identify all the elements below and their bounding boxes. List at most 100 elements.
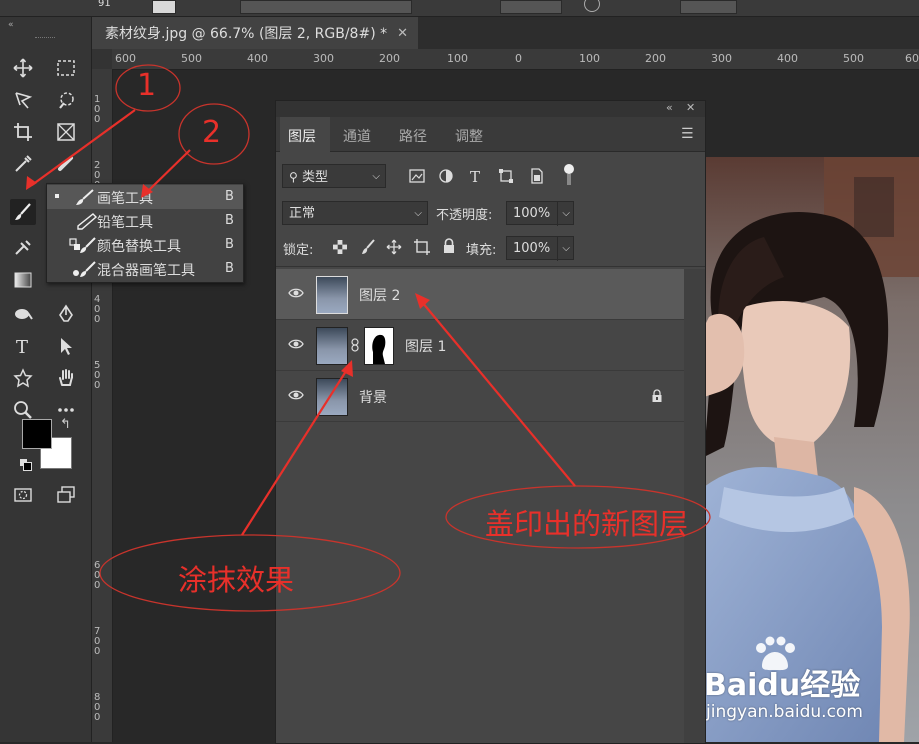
toolbar: « T ↰ [0, 17, 92, 742]
lock-transparent-pixels-icon[interactable] [332, 239, 348, 255]
pressure-icon[interactable] [584, 0, 600, 12]
swap-colors-icon[interactable]: ↰ [60, 417, 71, 432]
panel-menu-icon[interactable]: ☰ [681, 126, 694, 142]
layer-thumbnail[interactable] [316, 378, 348, 416]
ruler-label: 500 [843, 52, 864, 65]
filter-kind-label: 类型 [301, 170, 328, 185]
ruler-label: 100 [447, 52, 468, 65]
filter-shape-icon[interactable] [498, 168, 514, 184]
mask-link-icon[interactable] [350, 338, 360, 352]
flyout-item-pencil[interactable]: 铅笔工具 B [47, 209, 243, 233]
move-tool-icon[interactable] [10, 55, 36, 81]
layer-name[interactable]: 图层 1 [405, 336, 446, 356]
layer-row-layer1[interactable]: 图层 1 [276, 320, 684, 371]
frame-tool-icon[interactable] [53, 119, 79, 145]
tool-preset-swatch[interactable] [152, 0, 176, 14]
layer-name[interactable]: 图层 2 [359, 285, 400, 305]
tab-paths[interactable]: 路径 [399, 126, 427, 146]
lock-artboard-icon[interactable] [414, 239, 430, 255]
chevron-down-icon: ⌵ [372, 171, 380, 182]
screen-mode-icon[interactable] [53, 482, 79, 508]
clone-stamp-icon[interactable] [10, 235, 36, 261]
tab-adjustments[interactable]: 调整 [455, 126, 483, 146]
pen-tool-icon[interactable] [53, 301, 79, 327]
lock-position-icon[interactable] [386, 239, 402, 255]
flyout-item-shortcut: B [225, 213, 234, 228]
healing-brush-icon[interactable] [53, 151, 79, 177]
lock-image-pixels-icon[interactable] [360, 239, 376, 255]
brush-tool-icon[interactable] [10, 199, 36, 225]
annotation-number-1: 1 [137, 68, 157, 103]
horizontal-ruler[interactable]: 600 500 400 300 200 100 0 100 200 300 40… [92, 49, 919, 70]
flyout-item-brush[interactable]: 画笔工具 B [47, 185, 243, 209]
opacity-input[interactable]: 100% ⌵ [506, 201, 574, 226]
tab-channels[interactable]: 通道 [343, 126, 371, 146]
annotation-number-2: 2 [202, 115, 222, 150]
eye-icon[interactable] [288, 286, 304, 300]
hand-tool-icon[interactable] [53, 365, 79, 391]
layer-name[interactable]: 背景 [359, 387, 387, 407]
lock-all-icon[interactable] [441, 238, 457, 254]
eye-icon[interactable] [288, 388, 304, 402]
quick-mask-icon[interactable] [10, 482, 36, 508]
lock-icon[interactable] [651, 389, 663, 403]
smudge-tool-icon[interactable] [10, 301, 36, 327]
ruler-label: 400 [94, 294, 101, 325]
filter-smart-object-icon[interactable] [528, 168, 544, 184]
layers-panel: « ✕ 图层 通道 路径 调整 ☰ ⚲ 类型 ⌵ T 正常 ⌵ 不透明度: 10… [275, 100, 706, 744]
flyout-item-shortcut: B [225, 261, 234, 276]
fill-input[interactable]: 100% ⌵ [506, 236, 574, 261]
panel-close-icon[interactable]: ✕ [686, 101, 695, 114]
panel-collapse-icon[interactable]: « [666, 101, 673, 114]
close-tab-icon[interactable]: ✕ [397, 26, 408, 41]
opacity-label: 不透明度: [436, 208, 493, 223]
type-tool-icon[interactable]: T [10, 333, 36, 359]
layer-mask-thumbnail[interactable] [364, 327, 394, 365]
vertical-ruler[interactable]: 100 200 300 400 500 600 700 800 [92, 69, 113, 742]
marquee-tool-icon[interactable] [53, 55, 79, 81]
layer-row-layer2[interactable]: 图层 2 [276, 269, 684, 320]
ruler-label: 300 [313, 52, 334, 65]
layer-thumbnail[interactable] [316, 276, 348, 314]
svg-text:T: T [16, 337, 28, 357]
ruler-label: 100 [579, 52, 600, 65]
quick-selection-icon[interactable] [53, 87, 79, 113]
eye-icon[interactable] [288, 337, 304, 351]
option-field-2[interactable] [680, 0, 737, 14]
option-field[interactable] [500, 0, 562, 14]
ruler-label: 600 [115, 52, 136, 65]
flyout-item-mixer-brush[interactable]: 混合器画笔工具 B [47, 257, 243, 281]
eyedropper-icon[interactable] [10, 151, 36, 177]
ruler-label: 300 [711, 52, 732, 65]
svg-text:T: T [470, 168, 480, 184]
ruler-label: 600 [94, 560, 101, 591]
document-tab[interactable]: 素材纹身.jpg @ 66.7% (图层 2, RGB/8#) * ✕ [92, 17, 418, 49]
gradient-tool-icon[interactable] [10, 267, 36, 293]
layer-row-background[interactable]: 背景 [276, 371, 684, 422]
tab-layers[interactable]: 图层 [288, 126, 316, 146]
ruler-label: 100 [94, 94, 101, 125]
default-colors-icon[interactable] [20, 459, 32, 471]
crop-tool-icon[interactable] [10, 119, 36, 145]
filter-pixel-icon[interactable] [409, 168, 425, 184]
filter-kind-select[interactable]: ⚲ 类型 ⌵ [282, 164, 386, 188]
chevron-down-icon[interactable]: ⌵ [557, 237, 570, 261]
blend-mode-select[interactable]: 正常 ⌵ [282, 201, 428, 225]
ruler-corner [92, 49, 112, 69]
ruler-label: 500 [94, 360, 101, 391]
layer-thumbnail[interactable] [316, 327, 348, 365]
filter-type-icon[interactable]: T [468, 168, 484, 184]
flyout-item-color-replace[interactable]: 颜色替换工具 B [47, 233, 243, 257]
path-selection-icon[interactable] [53, 333, 79, 359]
ruler-label: 700 [94, 626, 101, 657]
lasso-tool-icon[interactable] [10, 87, 36, 113]
filter-toggle-icon[interactable] [563, 164, 575, 186]
shape-tool-icon[interactable] [10, 365, 36, 391]
toolbar-collapse-icon[interactable]: « [8, 20, 14, 30]
flyout-item-shortcut: B [225, 237, 234, 252]
filter-adjustment-icon[interactable] [438, 168, 454, 184]
blend-mode-value: 正常 [289, 206, 316, 221]
option-dropdown[interactable] [240, 0, 412, 14]
chevron-down-icon[interactable]: ⌵ [557, 202, 570, 226]
foreground-color-swatch[interactable] [22, 419, 52, 449]
